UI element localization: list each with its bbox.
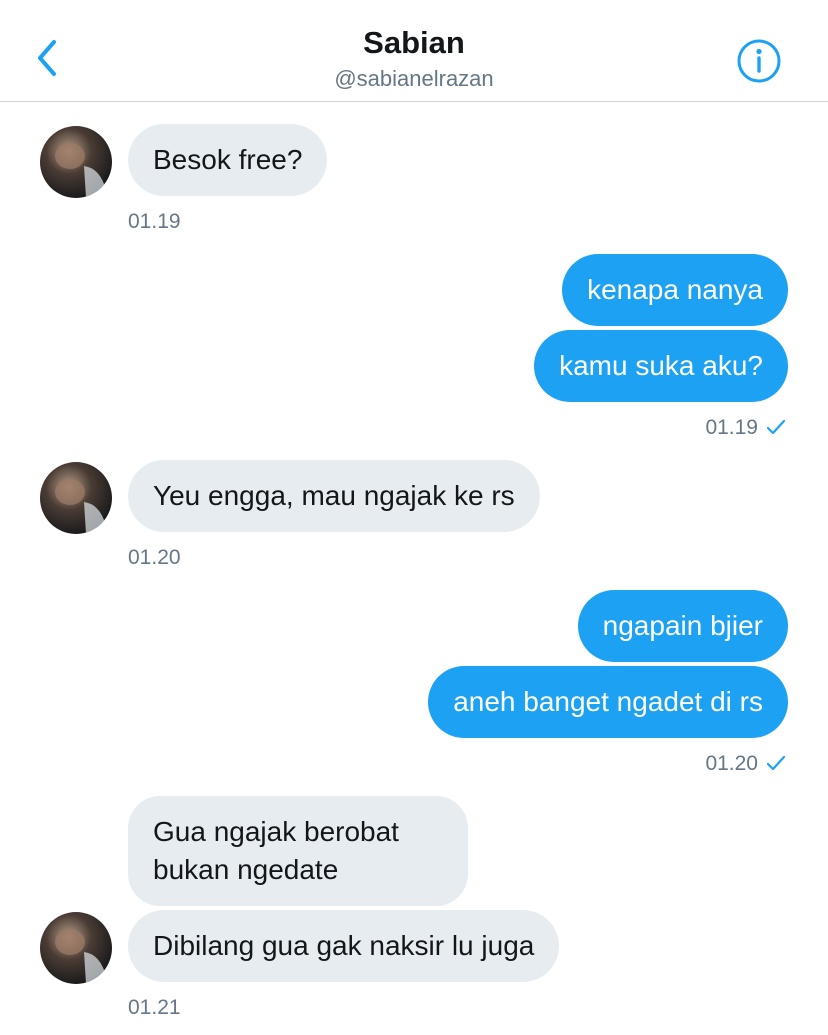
info-circle-icon xyxy=(737,39,781,83)
message-bubble-incoming[interactable]: Besok free? xyxy=(128,124,328,196)
user-handle: @sabianelrazan xyxy=(334,66,494,91)
timestamp: 01.21 xyxy=(128,996,181,1019)
avatar[interactable] xyxy=(40,912,112,984)
timestamp: 01.20 xyxy=(705,752,758,775)
message-bubble-outgoing[interactable]: kenapa nanya xyxy=(562,254,788,326)
checkmark-icon xyxy=(766,419,786,435)
timestamp: 01.19 xyxy=(128,210,181,233)
message-bubble-incoming[interactable]: Yeu engga, mau ngajak ke rs xyxy=(128,460,540,532)
message-bubble-outgoing[interactable]: aneh banget ngadet di rs xyxy=(428,666,788,738)
page-title: Sabian xyxy=(363,25,465,60)
avatar[interactable] xyxy=(40,462,112,534)
message-bubble-incoming[interactable]: Dibilang gua gak naksir lu juga xyxy=(128,910,560,982)
timestamp: 01.20 xyxy=(128,546,181,569)
info-button[interactable] xyxy=(736,38,782,84)
timestamp-read: 01.19 xyxy=(705,415,786,441)
timestamp-read: 01.20 xyxy=(705,751,786,777)
timestamp: 01.19 xyxy=(705,416,758,439)
title-block: Sabian @sabianelrazan xyxy=(0,24,828,94)
conversation-header: Sabian @sabianelrazan xyxy=(0,0,828,102)
checkmark-icon xyxy=(766,755,786,771)
message-bubble-incoming[interactable]: Gua ngajak berobat bukan ngedate xyxy=(128,796,468,906)
avatar[interactable] xyxy=(40,126,112,198)
message-bubble-outgoing[interactable]: kamu suka aku? xyxy=(534,330,788,402)
message-bubble-outgoing[interactable]: ngapain bjier xyxy=(577,590,788,662)
